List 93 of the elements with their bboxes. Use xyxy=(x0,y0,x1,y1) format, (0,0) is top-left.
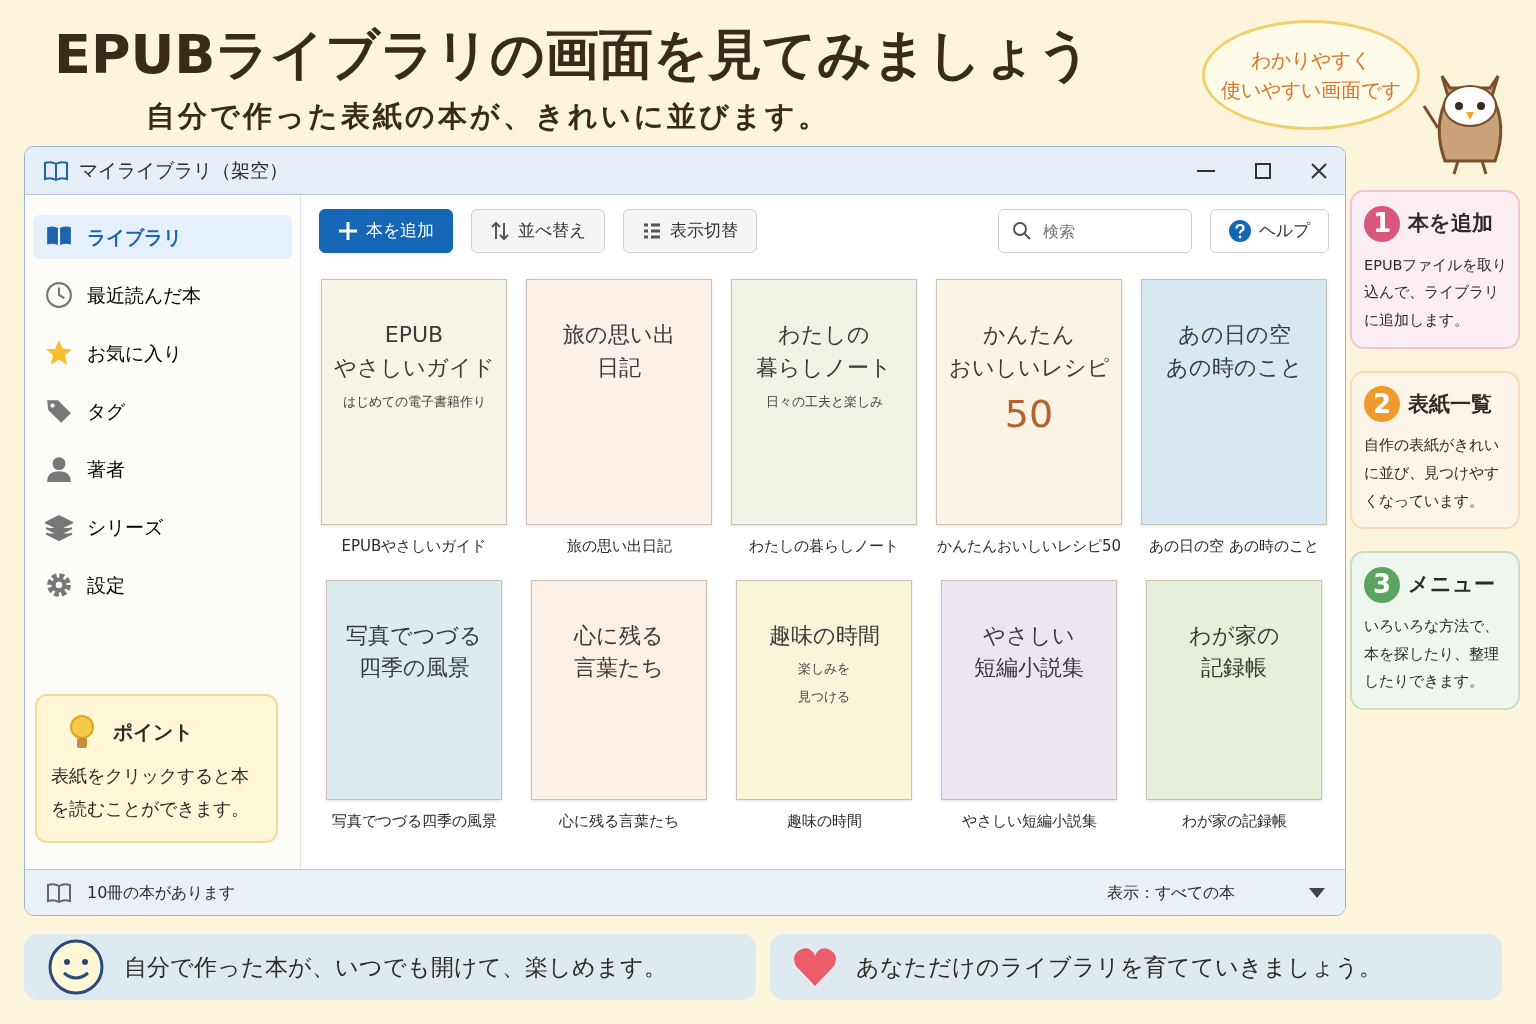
cover-title: 記録帳 xyxy=(1201,654,1267,683)
book-cover[interactable]: 趣味の時間 楽しみを 見つける xyxy=(736,579,912,800)
plus-icon xyxy=(338,221,358,241)
clock-icon xyxy=(45,281,73,309)
dropdown-caret-icon[interactable] xyxy=(1309,887,1325,898)
page-title: EPUBライブラリの画面を見てみましょう xyxy=(54,22,1094,88)
window-title: マイライブラリ（架空） xyxy=(79,158,288,184)
book-cover[interactable]: 心に残る 言葉たち xyxy=(531,579,707,800)
cover-title: あの日の空 xyxy=(1177,321,1291,349)
cover-title: かんたん xyxy=(983,321,1075,349)
callout-title: 表紙一覧 xyxy=(1408,390,1492,418)
book-title: 趣味の時間 xyxy=(786,810,862,832)
help-icon xyxy=(1229,220,1251,242)
layers-icon xyxy=(45,513,73,541)
book-title: 写真でつづる四季の風景 xyxy=(331,810,497,832)
cover-subtitle: はじめての電子書籍作り xyxy=(342,392,486,411)
heart-icon xyxy=(792,946,838,988)
cover-subtitle: 見つける xyxy=(798,687,850,706)
search-field[interactable]: 検索 xyxy=(998,209,1192,253)
book-title: かんたんおいしいレシピ50 xyxy=(936,536,1122,557)
cover-title: 趣味の時間 xyxy=(768,621,880,650)
book-title: 旅の思い出日記 xyxy=(566,536,672,557)
book-cover[interactable]: わが家の 記録帳 xyxy=(1146,579,1322,800)
book-icon xyxy=(45,881,73,904)
cover-title: 写真でつづる xyxy=(346,621,482,650)
banner-text: 自分で作った本が、いつでも開けて、楽しめます。 xyxy=(124,952,667,982)
sidebar-item[interactable]: シリーズ xyxy=(33,505,292,549)
list-icon xyxy=(642,221,662,241)
sidebar-item[interactable]: 最近読んだ本 xyxy=(33,273,292,317)
cover-number: 50 xyxy=(1004,390,1054,438)
toolbar-button[interactable]: 表示切替 xyxy=(623,209,757,253)
star-icon xyxy=(45,339,73,367)
cover-title: わたしの xyxy=(778,321,870,349)
callout-text: 自作の表紙がきれいに並び、見つけやすくなっています。 xyxy=(1364,436,1500,511)
banner-text: あなただけのライブラリを育てていきましょう。 xyxy=(856,952,1382,982)
callout-text: EPUBファイルを取り込んで、ライブラリに追加します。 xyxy=(1364,255,1509,330)
sidebar-item[interactable]: お気に入り xyxy=(33,331,292,375)
tip-title: ポイント xyxy=(113,719,193,747)
speech-bubble: わかりやすく 使いやすい画面です xyxy=(1202,20,1420,130)
tag-icon xyxy=(45,397,73,425)
cover-title: おいしいレシピ xyxy=(948,353,1110,382)
book-count: 10冊の本があります xyxy=(87,881,236,904)
cover-title: 旅の思い出 xyxy=(563,321,675,349)
sidebar-item[interactable]: 設定 xyxy=(33,563,292,607)
page-subtitle: 自分で作った表紙の本が、きれいに並びます。 xyxy=(146,98,831,135)
book-cover[interactable]: わたしの 暮らしノート 日々の工夫と楽しみ xyxy=(731,279,917,525)
sort-icon xyxy=(490,221,510,241)
cover-title: あの時のこと xyxy=(1165,353,1303,382)
help-button[interactable]: ヘルプ xyxy=(1210,209,1329,253)
cover-title: 心に残る xyxy=(574,621,664,650)
book-cover[interactable]: やさしい 短編小説集 xyxy=(941,579,1117,800)
cover-title: やさしいガイド xyxy=(333,353,495,382)
number-badge: 3 xyxy=(1364,567,1400,603)
toolbar-button[interactable]: 本を追加 xyxy=(319,209,453,253)
callout-title: メニュー xyxy=(1408,571,1495,599)
book-title: わが家の記録帳 xyxy=(1181,810,1287,832)
maximize-icon[interactable] xyxy=(1255,162,1271,179)
smiley-icon xyxy=(46,939,106,995)
book-title: EPUBやさしいガイド xyxy=(341,536,487,557)
book-title: あの日の空 あの時のこと xyxy=(1149,536,1319,557)
number-badge: 2 xyxy=(1364,386,1400,423)
callout-title: 本を追加 xyxy=(1408,210,1493,237)
cover-subtitle: 楽しみを xyxy=(798,660,850,679)
cover-title: 日記 xyxy=(597,353,641,382)
book-cover[interactable]: 写真でつづる 四季の風景 xyxy=(326,579,502,800)
book-title: やさしい短編小説集 xyxy=(961,810,1097,832)
cover-subtitle: 日々の工夫と楽しみ xyxy=(765,392,883,411)
book-title: 心に残る言葉たち xyxy=(559,810,679,832)
sidebar-item[interactable]: 著者 xyxy=(33,447,292,491)
view-filter[interactable]: 表示：すべての本 xyxy=(1107,880,1235,905)
sidebar-item[interactable]: タグ xyxy=(33,389,292,433)
tip-text: 表紙をクリックすると本を読むことができます。 xyxy=(51,764,250,821)
cover-title: 言葉たち xyxy=(574,654,664,683)
cover-title: やさしい xyxy=(983,621,1075,650)
book-title: わたしの暮らしノート xyxy=(749,536,899,557)
cover-title: 四季の風景 xyxy=(358,654,470,683)
callout-text: いろいろな方法で、本を探したり、整理したりできます。 xyxy=(1364,616,1500,692)
cover-title: 短編小説集 xyxy=(974,654,1084,683)
cover-title: EPUB xyxy=(384,321,444,349)
toolbar-button[interactable]: 並べ替え xyxy=(471,209,605,253)
person-icon xyxy=(45,455,73,483)
cover-title: 暮らしノート xyxy=(756,353,892,382)
book-cover[interactable]: かんたん おいしいレシピ 50 xyxy=(936,279,1122,525)
book-icon xyxy=(43,159,69,182)
gear-icon xyxy=(45,571,73,599)
close-icon[interactable] xyxy=(1311,162,1327,179)
book-cover[interactable]: 旅の思い出 日記 xyxy=(526,279,712,525)
book-cover[interactable]: あの日の空 あの時のこと xyxy=(1141,279,1327,525)
book-cover[interactable]: EPUB やさしいガイド はじめての電子書籍作り xyxy=(321,279,507,525)
minimize-icon[interactable] xyxy=(1197,169,1215,172)
cover-title: わが家の xyxy=(1188,621,1280,650)
number-badge: 1 xyxy=(1364,205,1400,242)
sidebar-item[interactable]: ライブラリ xyxy=(33,215,292,259)
